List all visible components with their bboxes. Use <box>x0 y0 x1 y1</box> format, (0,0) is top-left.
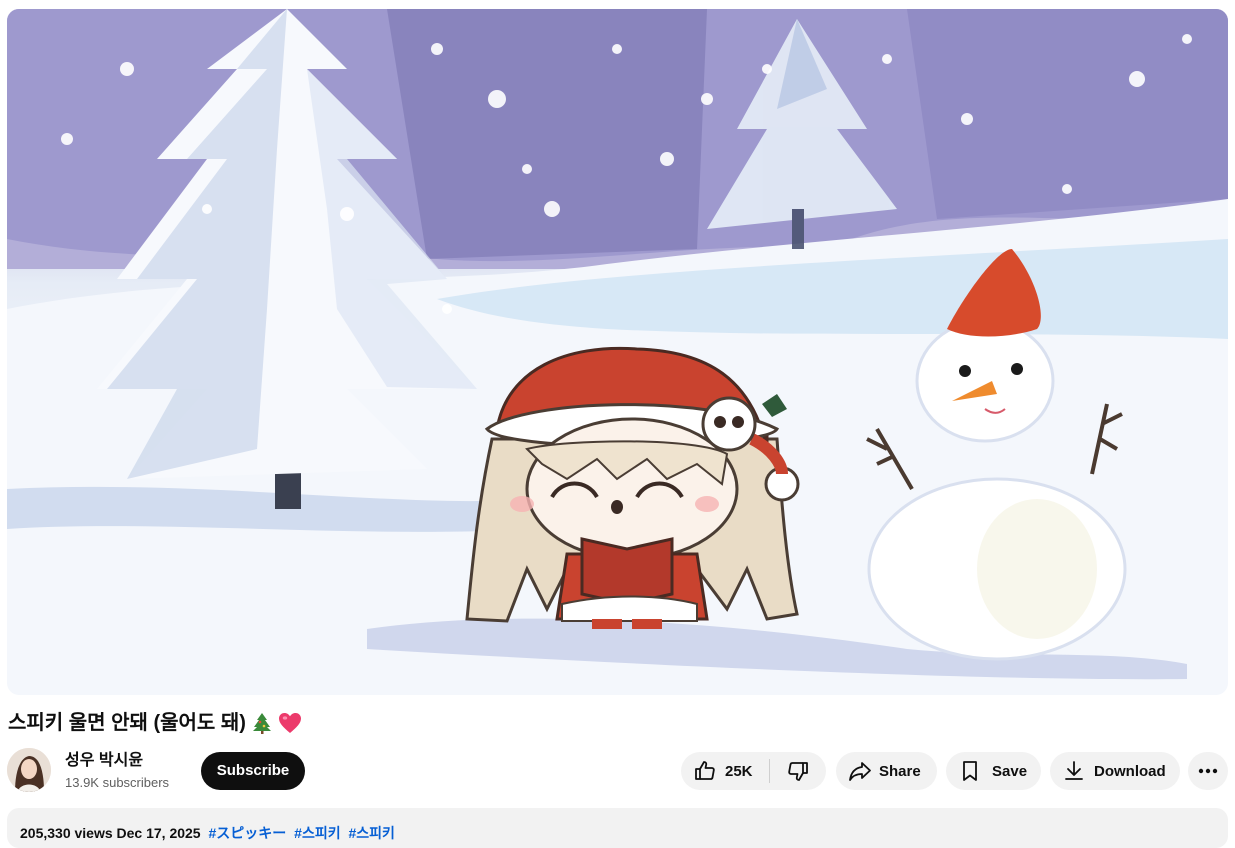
dislike-button[interactable] <box>770 752 826 790</box>
more-horiz-icon <box>1196 759 1220 783</box>
save-label: Save <box>992 762 1028 780</box>
subscribe-button[interactable]: Subscribe <box>201 752 305 790</box>
video-title-text: 스피키 울면 안돼 (울어도 돼) <box>8 712 246 734</box>
view-count-date: 205,330 views Dec 17, 2025 <box>20 825 201 841</box>
share-label: Share <box>879 762 921 780</box>
save-button[interactable]: Save <box>946 752 1041 790</box>
like-dislike-group: 25K <box>681 752 826 790</box>
thumb-up-icon <box>693 759 717 783</box>
like-button[interactable]: 25K <box>681 752 769 790</box>
description-box[interactable]: 205,330 views Dec 17, 2025 #スピッキー #스피키 #… <box>7 808 1228 848</box>
heart-icon <box>278 712 302 734</box>
share-button[interactable]: Share <box>836 752 937 790</box>
download-button[interactable]: Download <box>1050 752 1180 790</box>
video-frame <box>7 9 1228 695</box>
bookmark-icon <box>958 759 982 783</box>
thumb-down-icon <box>786 759 810 783</box>
christmas-tree-icon <box>252 712 272 734</box>
subscriber-count: 13.9K subscribers <box>65 775 170 790</box>
download-label: Download <box>1094 762 1166 780</box>
channel-name[interactable]: 성우 박시윤 <box>65 751 143 771</box>
video-title: 스피키 울면 안돼 (울어도 돼) <box>8 708 302 738</box>
download-icon <box>1062 759 1086 783</box>
channel-avatar[interactable] <box>7 748 51 792</box>
description-meta-line: 205,330 views Dec 17, 2025 #スピッキー #스피키 #… <box>20 823 395 843</box>
share-arrow-icon <box>848 759 872 783</box>
more-actions-button[interactable] <box>1188 752 1228 790</box>
like-count: 25K <box>725 762 753 780</box>
hashtag[interactable]: #스피키 <box>294 825 340 841</box>
hashtag[interactable]: #スピッキー <box>208 825 286 841</box>
hashtag[interactable]: #스피키 <box>349 825 395 841</box>
video-player[interactable] <box>7 9 1228 695</box>
